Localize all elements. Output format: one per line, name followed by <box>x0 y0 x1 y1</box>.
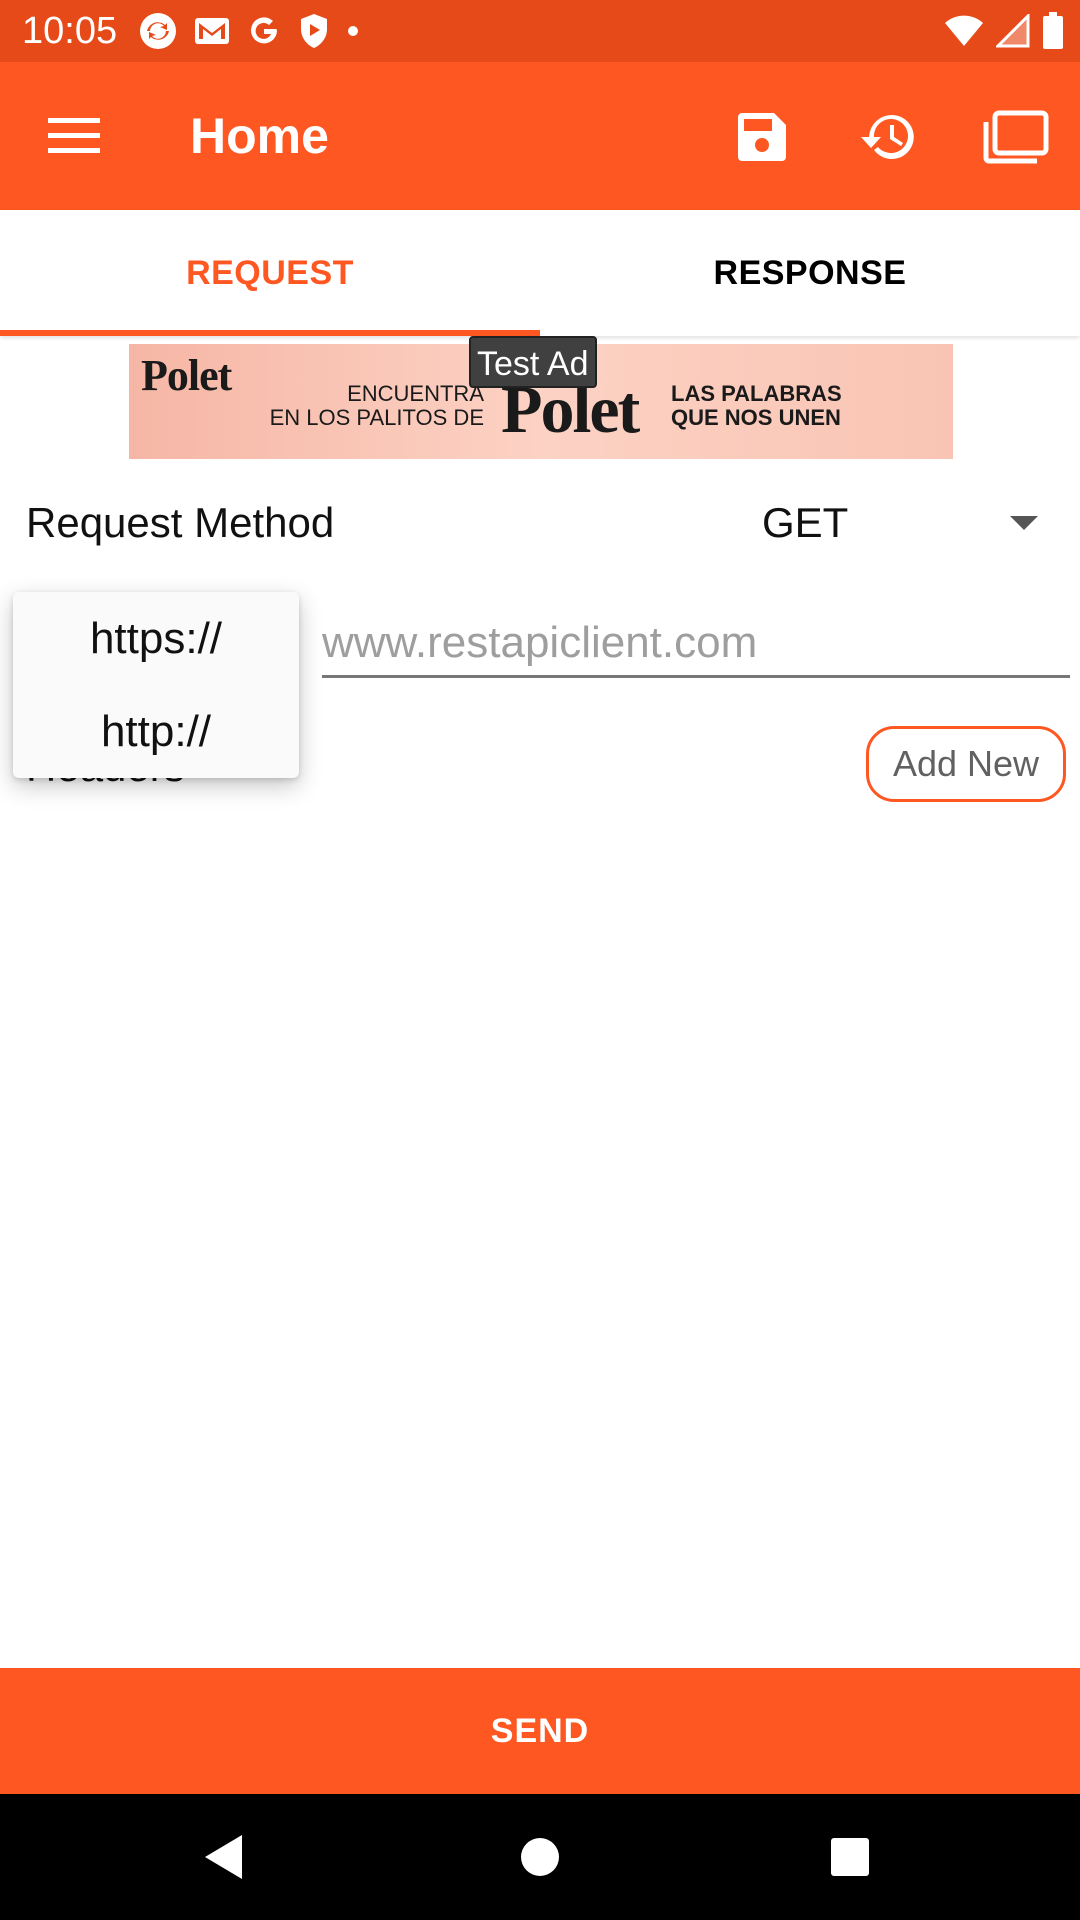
ad-text-right: LAS PALABRAS QUE NOS UNEN <box>671 382 842 430</box>
home-icon <box>521 1838 559 1876</box>
request-method-value: GET <box>762 499 849 546</box>
tab-indicator <box>0 330 540 336</box>
wifi-icon <box>944 14 984 48</box>
status-notification-icons <box>138 10 360 52</box>
google-icon <box>246 13 282 49</box>
request-method-label: Request Method <box>26 499 335 546</box>
protocol-option-https[interactable]: https:// <box>13 592 299 685</box>
back-button[interactable] <box>184 1824 264 1890</box>
recents-icon <box>831 1838 869 1876</box>
tab-request[interactable]: REQUEST <box>0 210 540 336</box>
folder-icon <box>983 110 1049 164</box>
status-system-icons <box>944 10 1064 52</box>
save-button[interactable] <box>722 102 802 172</box>
dot-icon <box>346 24 360 38</box>
menu-icon <box>48 118 100 153</box>
status-bar: 10:05 <box>0 0 1080 62</box>
folder-button[interactable] <box>976 102 1056 172</box>
history-icon <box>861 114 914 159</box>
menu-button[interactable] <box>32 106 116 166</box>
request-method-dropdown[interactable]: GET <box>740 486 1054 560</box>
app-toolbar: Home <box>0 62 1080 210</box>
ad-text-right-line2: QUE NOS UNEN <box>671 405 841 430</box>
ad-text-right-line1: LAS PALABRAS <box>671 381 842 406</box>
battery-icon <box>1042 12 1064 50</box>
url-input[interactable] <box>322 610 1070 678</box>
test-ad-badge: Test Ad <box>469 336 597 388</box>
dropdown-arrow-icon <box>1010 516 1038 530</box>
sync-icon <box>138 11 178 51</box>
send-button[interactable]: SEND <box>0 1668 1080 1794</box>
ad-text-left-line2: EN LOS PALITOS DE <box>269 405 484 430</box>
status-time: 10:05 <box>22 10 118 52</box>
protocol-option-http[interactable]: http:// <box>13 685 299 778</box>
history-button[interactable] <box>848 102 928 172</box>
ad-brand-small: Polet <box>141 351 232 400</box>
home-button[interactable] <box>500 1824 580 1890</box>
page-title: Home <box>190 108 329 164</box>
ad-text-left-line1: ENCUENTRA <box>347 381 484 406</box>
back-icon <box>205 1835 242 1879</box>
tab-bar: REQUEST RESPONSE <box>0 210 1080 336</box>
tab-response[interactable]: RESPONSE <box>540 210 1080 336</box>
shield-icon <box>298 12 330 50</box>
protocol-dropdown-menu: https:// http:// <box>13 592 299 778</box>
add-header-button[interactable]: Add New <box>866 726 1066 802</box>
navigation-bar <box>0 1794 1080 1920</box>
gmail-icon <box>194 17 230 45</box>
ad-text-left: ENCUENTRA EN LOS PALITOS DE <box>269 382 484 430</box>
signal-icon <box>996 14 1030 48</box>
save-icon <box>738 113 786 161</box>
recents-button[interactable] <box>810 1824 890 1890</box>
